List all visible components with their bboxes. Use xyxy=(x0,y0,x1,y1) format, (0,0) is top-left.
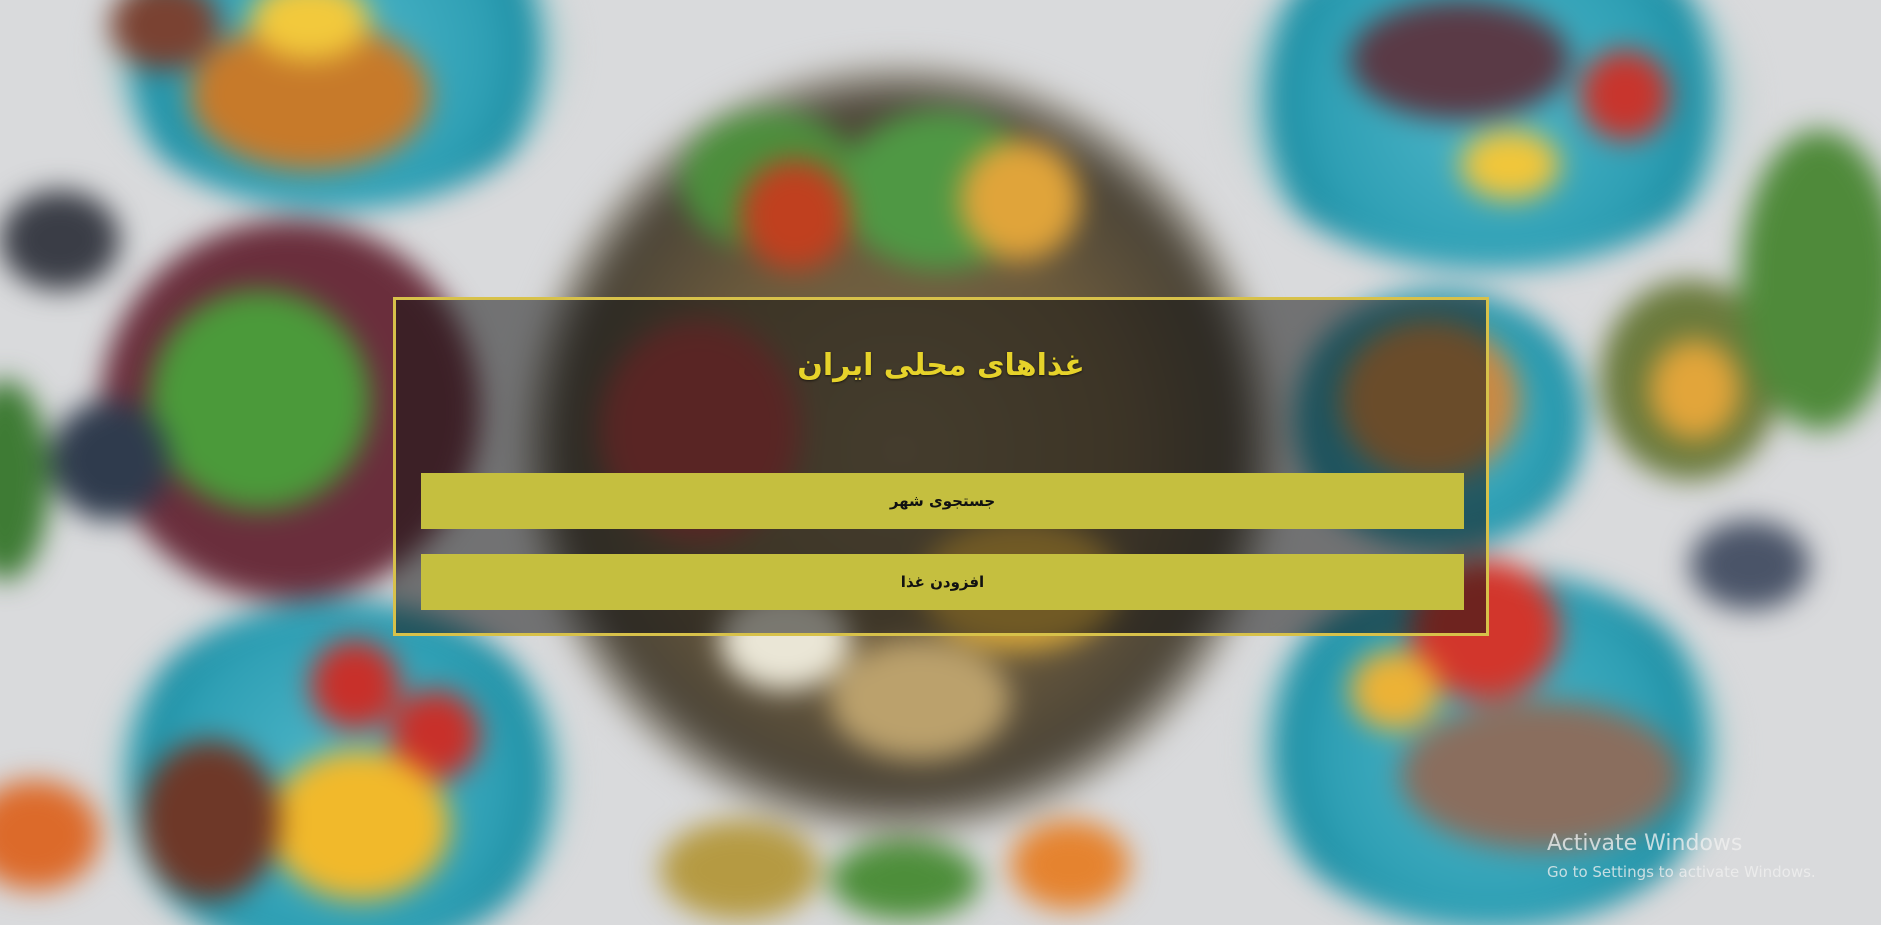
main-panel: غذاهای محلی ایران جستجوی شهر افزودن غذا xyxy=(393,297,1489,636)
activate-windows-watermark: Activate Windows Go to Settings to activ… xyxy=(1547,830,1816,882)
page-title: غذاهای محلی ایران xyxy=(797,348,1085,383)
search-city-button[interactable]: جستجوی شهر xyxy=(421,473,1464,529)
add-food-button[interactable]: افزودن غذا xyxy=(421,554,1464,610)
watermark-subtitle: Go to Settings to activate Windows. xyxy=(1547,863,1816,881)
watermark-title: Activate Windows xyxy=(1547,831,1743,856)
page: غذاهای محلی ایران جستجوی شهر افزودن غذا … xyxy=(0,0,1881,925)
